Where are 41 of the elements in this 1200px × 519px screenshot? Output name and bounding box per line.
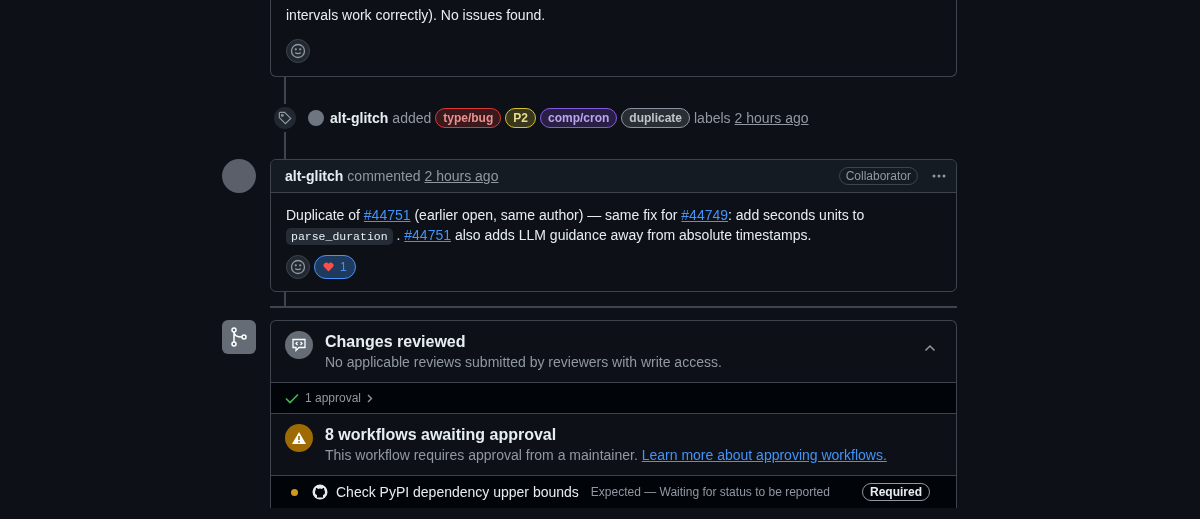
cat-logo-icon	[312, 484, 328, 500]
username-link[interactable]: alt-glitch	[285, 168, 344, 184]
smiley-icon	[290, 259, 306, 275]
event-text: added	[392, 110, 432, 126]
check-status: Expected — Waiting for status to be reported	[590, 485, 830, 499]
tag-icon	[278, 111, 292, 125]
code-comment-icon	[291, 337, 307, 353]
label-tag[interactable]: type/bug	[435, 108, 502, 128]
add-reaction-button[interactable]	[286, 255, 310, 279]
approvals-toggle[interactable]: 1 approval	[305, 391, 374, 405]
section-subtitle: No applicable reviews submitted by reviewers with write access.	[325, 353, 723, 372]
label-tag[interactable]: comp/cron	[539, 108, 618, 128]
issue-link[interactable]: #44751	[404, 227, 451, 243]
avatar-placeholder[interactable]	[222, 159, 256, 193]
check-name[interactable]: Check PyPI dependency upper bounds	[336, 484, 579, 500]
timestamp-link[interactable]: 2 hours ago	[734, 110, 809, 126]
inline-code: parse_duration	[286, 228, 393, 245]
section-subtitle: This workflow requires approval from a maintainer. Learn more about approving workflows.	[325, 446, 888, 465]
ellipsis-icon	[932, 174, 946, 178]
chevron-up-icon	[924, 344, 936, 352]
timestamp-link[interactable]: 2 hours ago	[424, 168, 499, 184]
chevron-right-icon	[367, 393, 374, 403]
comment-text: Duplicate of #44751 (earlier open, same author) — same fix for #44749: add seconds units to parse_duration . #44751 also adds LLM guidance away from absolute timestamps.	[286, 206, 866, 247]
section-title: Changes reviewed	[325, 332, 467, 352]
event-text: commented	[347, 168, 421, 184]
event-text: labels	[694, 110, 731, 126]
merge-icon	[222, 320, 256, 354]
add-reaction-button[interactable]	[286, 39, 310, 63]
heart-icon	[323, 262, 334, 272]
checkmark-icon	[285, 392, 299, 404]
issue-link[interactable]: #44751	[363, 207, 411, 223]
label-tag[interactable]: duplicate	[621, 108, 690, 128]
label-tag[interactable]: P2	[505, 108, 536, 128]
heart-reaction-button[interactable]: 1	[314, 255, 356, 279]
learn-more-link[interactable]: Learn more about approving workflows.	[641, 447, 887, 463]
section-title: 8 workflows awaiting approval	[325, 425, 558, 445]
avatar-placeholder[interactable]	[308, 110, 324, 126]
smiley-icon	[290, 43, 306, 59]
warning-icon	[291, 431, 307, 445]
comment-text: intervals work correctly). No issues found.	[286, 6, 547, 25]
username-link[interactable]: alt-glitch	[330, 110, 389, 126]
